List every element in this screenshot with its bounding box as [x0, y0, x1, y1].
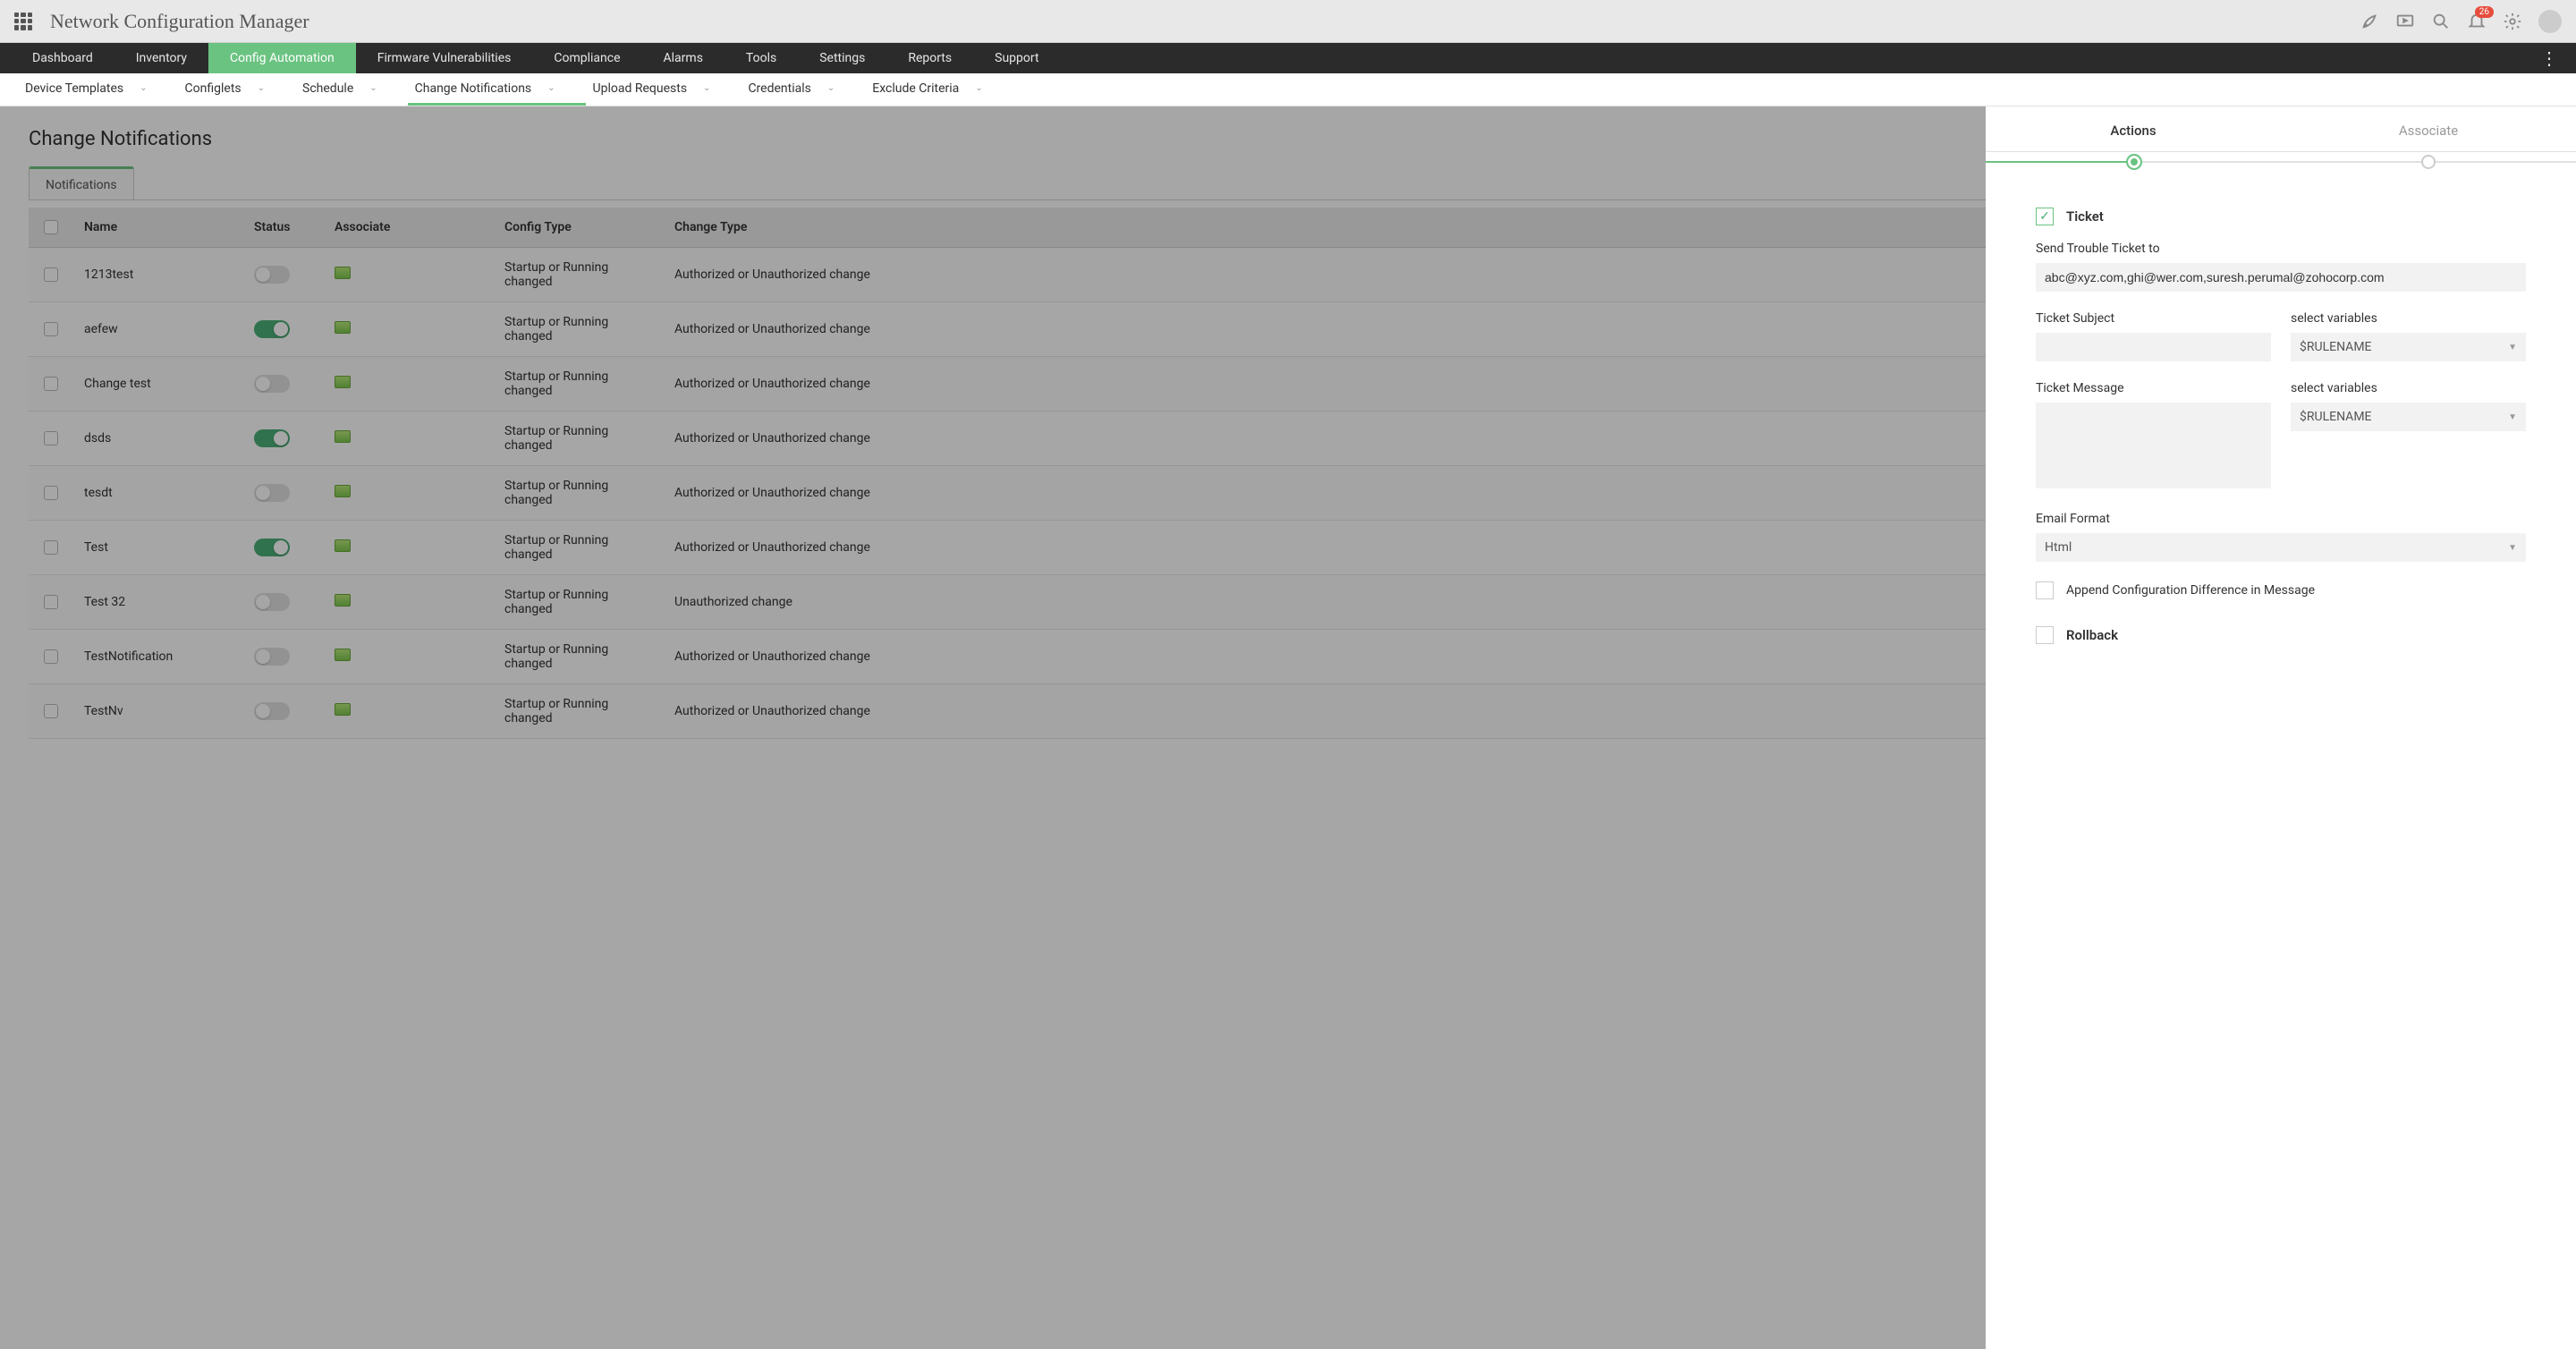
ticket-section-checkbox[interactable]: ✓ [2036, 208, 2054, 225]
chevron-down-icon: ⌄ [369, 83, 377, 93]
chevron-down-icon: ⌄ [140, 83, 147, 93]
main-nav-config-automation[interactable]: Config Automation [208, 43, 356, 73]
rollback-section-checkbox[interactable]: ✓ [2036, 626, 2054, 644]
notification-badge: 26 [2475, 6, 2494, 18]
presentation-icon[interactable] [2395, 12, 2415, 31]
gear-icon[interactable] [2503, 12, 2522, 31]
step-1-dot[interactable] [2126, 154, 2142, 170]
send-to-input[interactable] [2036, 263, 2526, 292]
side-panel: ActionsAssociate ✓ Ticket Send Trouble T… [1986, 106, 2576, 1349]
sub-nav-schedule[interactable]: Schedule⌄ [295, 73, 408, 106]
message-vars-label: select variables [2291, 381, 2526, 395]
step-2-dot[interactable] [2421, 155, 2436, 169]
main-nav-settings[interactable]: Settings [798, 43, 886, 73]
sub-nav-change-notifications[interactable]: Change Notifications⌄ [408, 73, 586, 106]
message-label: Ticket Message [2036, 381, 2271, 395]
ticket-section-title: Ticket [2066, 208, 2104, 225]
chevron-down-icon: ⌄ [547, 83, 555, 93]
chevron-down-icon: ⌄ [258, 83, 265, 93]
main-nav-more-icon[interactable]: ⋮ [2533, 43, 2565, 73]
sub-nav-exclude-criteria[interactable]: Exclude Criteria⌄ [865, 73, 1013, 106]
append-diff-label: Append Configuration Difference in Messa… [2066, 583, 2315, 598]
apps-menu-icon[interactable] [14, 13, 32, 30]
main-nav-inventory[interactable]: Inventory [114, 43, 208, 73]
sub-nav-upload-requests[interactable]: Upload Requests⌄ [586, 73, 741, 106]
chevron-down-icon: ⌄ [827, 83, 835, 93]
send-to-label: Send Trouble Ticket to [2036, 242, 2526, 256]
main-nav-compliance[interactable]: Compliance [532, 43, 641, 73]
message-vars-select[interactable]: $RULENAME▼ [2291, 403, 2526, 431]
sub-nav-device-templates[interactable]: Device Templates⌄ [18, 73, 178, 106]
panel-tab-associate[interactable]: Associate [2281, 106, 2576, 151]
append-diff-checkbox[interactable]: ✓ [2036, 581, 2054, 599]
email-format-select[interactable]: Html▼ [2036, 533, 2526, 562]
subject-vars-select[interactable]: $RULENAME▼ [2291, 333, 2526, 361]
main-nav-firmware-vulnerabilities[interactable]: Firmware Vulnerabilities [356, 43, 533, 73]
bell-icon[interactable]: 26 [2467, 12, 2487, 31]
rollback-section-title: Rollback [2066, 627, 2118, 643]
subject-label: Ticket Subject [2036, 311, 2271, 326]
subject-vars-label: select variables [2291, 311, 2526, 326]
rocket-icon[interactable] [2360, 12, 2379, 31]
main-nav-tools[interactable]: Tools [724, 43, 798, 73]
search-icon[interactable] [2431, 12, 2451, 31]
sub-nav-credentials[interactable]: Credentials⌄ [741, 73, 865, 106]
main-nav-reports[interactable]: Reports [886, 43, 973, 73]
avatar[interactable] [2538, 10, 2562, 33]
message-textarea[interactable] [2036, 403, 2271, 488]
main-nav-dashboard[interactable]: Dashboard [11, 43, 114, 73]
subject-input[interactable] [2036, 333, 2271, 361]
sub-nav-configlets[interactable]: Configlets⌄ [178, 73, 295, 106]
main-nav-alarms[interactable]: Alarms [642, 43, 724, 73]
email-format-label: Email Format [2036, 512, 2526, 526]
panel-tab-actions[interactable]: Actions [1986, 106, 2281, 151]
app-title: Network Configuration Manager [50, 10, 309, 33]
main-nav-support[interactable]: Support [973, 43, 1060, 73]
chevron-down-icon: ⌄ [975, 83, 982, 93]
chevron-down-icon: ⌄ [703, 83, 710, 93]
